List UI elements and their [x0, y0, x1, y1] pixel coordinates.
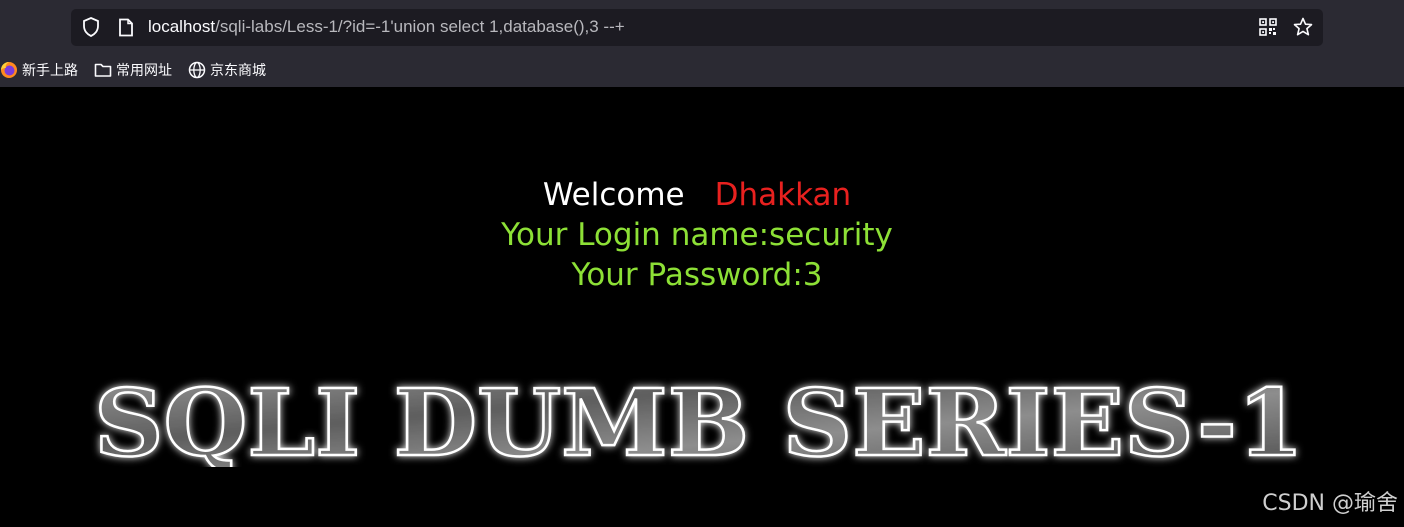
folder-icon — [94, 61, 112, 79]
url-text[interactable]: localhost/sqli-labs/Less-1/?id=-1'union … — [148, 17, 625, 37]
globe-icon — [188, 61, 206, 79]
bookmark-newbie[interactable]: 新手上路 — [0, 60, 78, 80]
welcome-label: Welcome — [542, 177, 685, 213]
bookmarks-bar: 新手上路 常用网址 京东商城 — [0, 57, 282, 83]
welcome-line: Welcome Dhakkan — [0, 177, 1394, 213]
series-banner: SQLI DUMB SERIES-1 — [93, 377, 1306, 467]
browser-chrome: localhost/sqli-labs/Less-1/?id=-1'union … — [0, 0, 1404, 87]
page-content: Welcome Dhakkan Your Login name:security … — [0, 87, 1404, 527]
bookmark-common-sites[interactable]: 常用网址 — [94, 60, 172, 80]
login-name-line: Your Login name:security — [501, 217, 893, 253]
star-icon[interactable] — [1293, 17, 1313, 37]
bookmark-label: 新手上路 — [22, 63, 78, 79]
url-path: /sqli-labs/Less-1/?id=-1'union select 1,… — [215, 17, 625, 36]
bookmark-label: 常用网址 — [116, 63, 172, 79]
firefox-icon — [0, 61, 18, 79]
page-icon[interactable] — [116, 17, 136, 37]
password-line: Your Password:3 — [571, 257, 823, 293]
address-bar[interactable]: localhost/sqli-labs/Less-1/?id=-1'union … — [71, 9, 1323, 46]
url-host: localhost — [148, 17, 216, 36]
welcome-username: Dhakkan — [714, 177, 852, 213]
watermark: CSDN @瑜舍 — [1262, 491, 1398, 516]
qr-code-icon[interactable] — [1258, 17, 1278, 37]
bookmark-label: 京东商城 — [210, 63, 266, 79]
banner-text: SQLI DUMB SERIES-1 — [94, 377, 1304, 467]
shield-icon[interactable] — [81, 17, 101, 37]
bookmark-jd[interactable]: 京东商城 — [188, 60, 266, 80]
